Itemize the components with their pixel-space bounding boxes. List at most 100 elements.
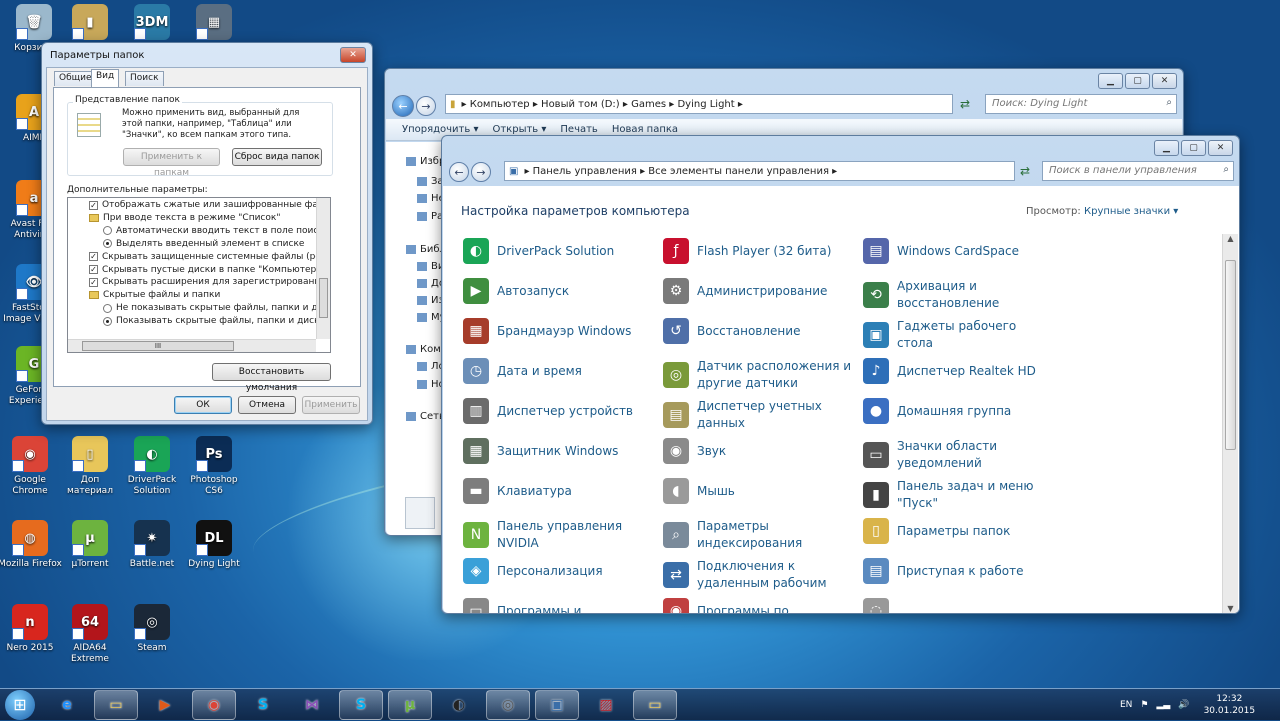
tree-option[interactable]: ✓ Отображать сжатые или зашифрованные фай…: [89, 200, 317, 210]
desktop-icon[interactable]: ▯ Доп материал: [58, 436, 122, 497]
toolbar-item[interactable]: Печать: [560, 124, 597, 135]
desktop-icon[interactable]: ◎ Steam: [120, 604, 184, 654]
cp-item[interactable]: ▮ Панель задач и меню "Пуск": [863, 478, 1053, 512]
back-button[interactable]: ←: [392, 95, 414, 117]
taskbar-app[interactable]: ▨: [584, 690, 628, 720]
cp-item[interactable]: ▤ Диспетчер учетных данных: [663, 398, 853, 432]
maximize-button[interactable]: ▢: [1181, 140, 1206, 156]
reset-folders-button[interactable]: Сброс вида папок: [232, 148, 322, 166]
taskbar-app[interactable]: µ: [388, 689, 432, 720]
cp-address-bar[interactable]: ▣ ▸ Панель управления ▸ Все элементы пан…: [504, 161, 1015, 181]
checkbox[interactable]: ✓: [89, 252, 98, 262]
desktop-icon[interactable]: ◉ Google Chrome: [0, 436, 62, 497]
address-crumb[interactable]: Games: [631, 99, 666, 110]
radio-button[interactable]: [103, 303, 112, 313]
cp-scrollbar[interactable]: ▲ ▼: [1222, 234, 1238, 613]
tree-option[interactable]: ✓ Скрывать защищенные системные файлы (ре…: [89, 252, 317, 262]
cp-item[interactable]: ◐ DriverPack Solution: [463, 238, 653, 264]
desktop-icon[interactable]: n Nero 2015: [0, 604, 62, 654]
tree-option[interactable]: ✓ Скрывать расширения для зарегистрирован…: [89, 277, 317, 287]
radio-button[interactable]: [103, 239, 112, 249]
cancel-button[interactable]: Отмена: [238, 396, 296, 414]
radio-button[interactable]: [103, 226, 112, 236]
tab-1[interactable]: Вид: [91, 69, 120, 87]
restore-defaults-button[interactable]: Восстановить умолчания: [212, 363, 331, 393]
tree-option[interactable]: Показывать скрытые файлы, папки и диски: [103, 316, 317, 326]
back-button[interactable]: ←: [449, 162, 469, 182]
cp-item[interactable]: ▤ Windows CardSpace: [863, 238, 1053, 264]
desktop-icon[interactable]: Ps Photoshop CS6: [182, 436, 246, 497]
cp-item[interactable]: ♪ Диспетчер Realtek HD: [863, 358, 1053, 384]
tree-v-scrollbar[interactable]: [316, 198, 330, 339]
cp-search-input[interactable]: Поиск в панели управления ⌕: [1042, 161, 1234, 181]
desktop-icon[interactable]: 64 AIDA64 Extreme: [58, 604, 122, 665]
cp-item[interactable]: ⌕ Параметры индексирования: [663, 518, 853, 552]
checkbox[interactable]: ✓: [89, 265, 98, 274]
minimize-button[interactable]: ▁: [1098, 73, 1123, 89]
desktop-icon[interactable]: DL Dying Light: [182, 520, 246, 570]
tree-option[interactable]: Выделять введенный элемент в списке: [103, 239, 317, 249]
scroll-thumb[interactable]: [319, 278, 328, 318]
taskbar-app[interactable]: S: [241, 690, 285, 720]
maximize-button[interactable]: ▢: [1125, 73, 1150, 89]
cp-item[interactable]: ↺ Восстановление: [663, 318, 853, 344]
taskbar-app[interactable]: ⋈: [290, 690, 334, 720]
nav-item[interactable]: Сеть: [406, 411, 444, 422]
radio-button[interactable]: [103, 316, 112, 326]
close-button[interactable]: ✕: [1152, 73, 1177, 89]
cp-item[interactable]: ◷ Дата и время: [463, 358, 653, 384]
start-button[interactable]: ⊞: [0, 689, 40, 721]
cp-item[interactable]: ◉ Программы по: [663, 598, 853, 613]
tree-option[interactable]: ✓ Скрывать пустые диски в папке "Компьюте…: [89, 265, 317, 275]
tree-option[interactable]: Автоматически вводить текст в поле поиск…: [103, 226, 317, 236]
close-button[interactable]: ✕: [1208, 140, 1233, 156]
taskbar-app[interactable]: ▭: [633, 689, 677, 720]
cp-item[interactable]: ▦ Защитник Windows: [463, 438, 653, 464]
checkbox[interactable]: ✓: [89, 200, 98, 210]
checkbox[interactable]: ✓: [89, 277, 98, 287]
cp-item[interactable]: ⟲ Архивация и восстановление: [863, 278, 1053, 312]
cp-item[interactable]: ⇄ Подключения к удаленным рабочим: [663, 558, 853, 592]
language-indicator[interactable]: EN: [1120, 700, 1132, 710]
taskbar-app[interactable]: e: [45, 690, 89, 720]
taskbar-app[interactable]: ▭: [94, 689, 138, 720]
cp-item[interactable]: ▭ Значки области уведомлений: [863, 438, 1053, 472]
address-crumb[interactable]: Новый том (D:): [541, 99, 620, 110]
refresh-icon[interactable]: ⇄: [1020, 164, 1030, 178]
cp-item[interactable]: ▦ Брандмауэр Windows: [463, 318, 653, 344]
nav-item[interactable]: Компьютер: [406, 344, 444, 355]
cp-item[interactable]: ▥ Диспетчер устройств: [463, 398, 653, 424]
desktop-icon[interactable]: µ µTorrent: [58, 520, 122, 570]
taskbar-app[interactable]: ◉: [192, 689, 236, 720]
address-crumb[interactable]: Dying Light: [677, 99, 734, 110]
cp-item[interactable]: ▯ Параметры папок: [863, 518, 1053, 544]
refresh-icon[interactable]: ⇄: [960, 97, 970, 111]
scroll-thumb[interactable]: [1225, 260, 1236, 450]
folder-options-dialog[interactable]: Параметры папок ✕ Общие Вид Поиск Представ…: [41, 42, 373, 425]
control-panel-window[interactable]: ▁ ▢ ✕ ← → ▣ ▸ Панель управления ▸ Все эл…: [441, 135, 1240, 614]
cp-item[interactable]: ▭ Программы и: [463, 598, 653, 613]
scroll-down-icon[interactable]: ▼: [1223, 604, 1238, 613]
apply-to-folders-button[interactable]: Применить к папкам: [123, 148, 220, 178]
cp-item[interactable]: ◉ Звук: [663, 438, 853, 464]
tree-h-scrollbar[interactable]: III: [68, 339, 316, 352]
toolbar-item[interactable]: Новая папка: [612, 124, 678, 135]
address-crumb[interactable]: Все элементы панели управления: [648, 166, 829, 177]
flag-icon[interactable]: ⚑: [1140, 700, 1148, 710]
tree-option[interactable]: Скрытые файлы и папки: [89, 290, 317, 300]
tree-option[interactable]: Не показывать скрытые файлы, папки и дис…: [103, 303, 317, 313]
toolbar-item[interactable]: Открыть ▾: [492, 124, 546, 135]
nav-item[interactable]: Избранное: [406, 156, 444, 167]
toolbar-item[interactable]: Упорядочить ▾: [402, 124, 478, 135]
cp-item[interactable]: ▣ Гаджеты рабочего стола: [863, 318, 1053, 352]
volume-icon[interactable]: 🔊: [1178, 700, 1189, 710]
cp-item[interactable]: ◈ Персонализация: [463, 558, 653, 584]
cp-item[interactable]: ▬ Клавиатура: [463, 478, 653, 504]
scroll-thumb-h[interactable]: III: [82, 341, 234, 351]
cp-item[interactable]: ◖ Мышь: [663, 478, 853, 504]
forward-button[interactable]: →: [471, 162, 491, 182]
minimize-button[interactable]: ▁: [1154, 140, 1179, 156]
address-crumb[interactable]: Панель управления: [533, 166, 637, 177]
ok-button[interactable]: ОК: [174, 396, 232, 414]
taskbar-app[interactable]: ▶: [143, 690, 187, 720]
